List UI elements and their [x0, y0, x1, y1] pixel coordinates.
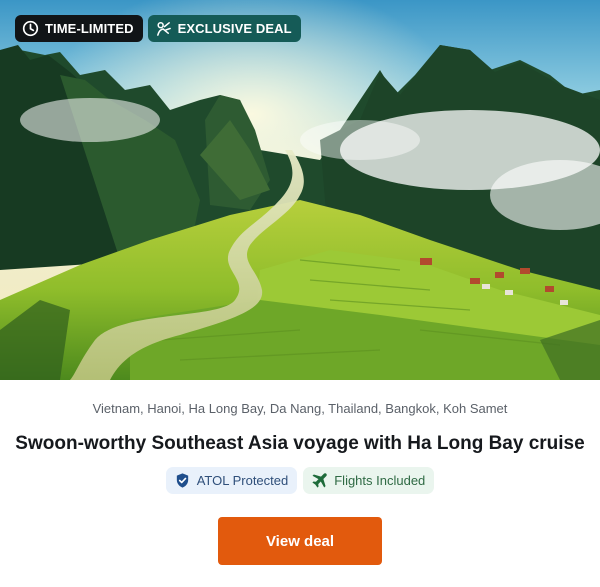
flights-included-label: Flights Included [334, 473, 426, 488]
airplane-icon [311, 472, 328, 489]
shield-check-icon [174, 472, 191, 489]
flights-included-tag: Flights Included [303, 467, 435, 494]
atol-protected-tag: ATOL Protected [165, 467, 298, 494]
feature-tags: ATOL Protected Flights Included [0, 467, 600, 494]
destinations-text: Vietnam, Hanoi, Ha Long Bay, Da Nang, Th… [92, 401, 508, 416]
exclusive-deal-badge: EXCLUSIVE DEAL [147, 15, 301, 42]
hero-image[interactable]: TIME-LIMITED EXCLUSIVE DEAL [0, 0, 600, 380]
view-deal-button[interactable]: View deal [218, 517, 382, 565]
karst-valley-landscape-image [0, 0, 600, 380]
exclusive-deal-label: EXCLUSIVE DEAL [177, 21, 292, 36]
time-limited-label: TIME-LIMITED [45, 21, 134, 36]
deal-title[interactable]: Swoon-worthy Southeast Asia voyage with … [0, 432, 600, 456]
deal-card[interactable]: TIME-LIMITED EXCLUSIVE DEAL Vietnam, Han… [0, 0, 600, 587]
badge-group: TIME-LIMITED EXCLUSIVE DEAL [15, 15, 301, 42]
exclusive-deal-icon [155, 20, 172, 37]
time-limited-badge: TIME-LIMITED [15, 15, 143, 42]
atol-protected-label: ATOL Protected [196, 473, 289, 488]
clock-icon [22, 20, 39, 37]
deal-details: Vietnam, Hanoi, Ha Long Bay, Da Nang, Th… [0, 401, 600, 565]
